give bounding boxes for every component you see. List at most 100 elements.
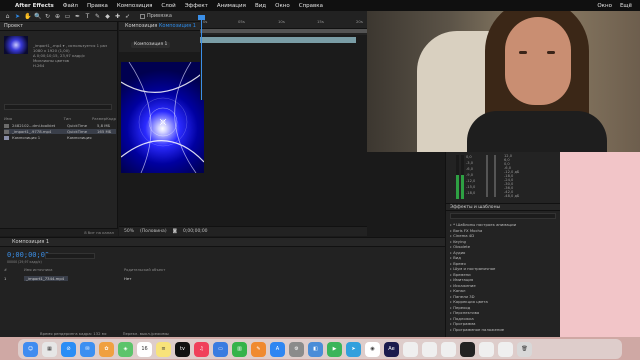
- project-item[interactable]: Композиция 1 Композиция: [4, 135, 116, 140]
- playhead-line[interactable]: [201, 18, 202, 100]
- preview-icon[interactable]: ◧: [308, 341, 323, 357]
- playhead-handle[interactable]: [198, 15, 205, 20]
- effect-category[interactable]: Подложка: [450, 316, 474, 321]
- mail-icon[interactable]: ✉: [80, 341, 95, 357]
- window-1-icon[interactable]: [403, 341, 418, 357]
- composition-timecode[interactable]: 0;00;00;00: [183, 229, 208, 234]
- camera-icon[interactable]: ◙: [173, 229, 177, 234]
- window-6-icon[interactable]: [498, 341, 513, 357]
- composition-breadcrumb[interactable]: Композиция 1: [131, 42, 171, 48]
- resolution-select[interactable]: (Половина): [140, 229, 167, 234]
- effect-category[interactable]: Времени: [450, 272, 471, 277]
- photos-icon[interactable]: ✿: [99, 341, 114, 357]
- project-item[interactable]: _import1_.9778.mp4 QuickTime 165 МБ: [4, 129, 116, 134]
- window-3-icon[interactable]: [441, 341, 456, 357]
- tv-icon[interactable]: tv: [175, 341, 190, 357]
- window-4-icon[interactable]: [460, 341, 475, 357]
- keynote-icon[interactable]: ▭: [213, 341, 228, 357]
- maps-icon[interactable]: ◈: [118, 341, 133, 357]
- col-size[interactable]: Размер: [92, 116, 106, 121]
- anchor-tool-icon[interactable]: ⊕: [54, 13, 61, 20]
- effect-category[interactable]: Искажение: [450, 283, 476, 288]
- menu-window[interactable]: Окно: [275, 3, 290, 9]
- layer-parent[interactable]: Нет: [124, 276, 131, 281]
- menu-effect[interactable]: Эффект: [185, 3, 208, 9]
- pages-icon[interactable]: ✎: [251, 341, 266, 357]
- effects-search-input[interactable]: [450, 213, 556, 219]
- finder-icon[interactable]: ☺: [23, 341, 38, 357]
- trash-icon[interactable]: 🗑: [517, 341, 532, 357]
- menu-view[interactable]: Вид: [255, 3, 266, 9]
- selection-tool-icon[interactable]: ➤: [14, 13, 21, 20]
- project-item[interactable]: 2482102...dmi.toolkiet QuickTime 5,8 МБ: [4, 123, 116, 128]
- col-type[interactable]: Тип: [64, 116, 92, 121]
- telegram-icon[interactable]: ➤: [346, 341, 361, 357]
- effect-category[interactable]: Имитация: [450, 277, 473, 282]
- menubar-right-more[interactable]: Ещё: [620, 3, 632, 9]
- menu-help[interactable]: Справка: [299, 3, 323, 9]
- effect-category[interactable]: Шум и постраничное: [450, 266, 495, 271]
- appstore-icon[interactable]: A: [270, 341, 285, 357]
- pen-tool-icon[interactable]: ✒: [74, 13, 81, 20]
- rotate-tool-icon[interactable]: ↻: [44, 13, 51, 20]
- effect-category[interactable]: Obsolete: [450, 244, 470, 249]
- snapping-toggle[interactable]: Привязка: [140, 13, 172, 19]
- effect-category[interactable]: * Шаблоны настроек анимации: [450, 222, 516, 227]
- app-menu[interactable]: After Effects: [15, 3, 54, 9]
- stamp-tool-icon[interactable]: ◆: [104, 13, 111, 20]
- safari-icon[interactable]: ⊘: [61, 341, 76, 357]
- effect-category[interactable]: Канал: [450, 288, 465, 293]
- project-tab[interactable]: Проект: [0, 22, 117, 31]
- toggle-switches-label[interactable]: Перекл. выкл./режимы: [123, 331, 169, 336]
- type-tool-icon[interactable]: T: [84, 13, 91, 20]
- effect-category[interactable]: Перспектива: [450, 310, 479, 315]
- layer-clip-bar[interactable]: [200, 37, 356, 43]
- timeline-tab[interactable]: Композиция 1: [0, 238, 445, 247]
- brush-tool-icon[interactable]: ✎: [94, 13, 101, 20]
- zoom-select[interactable]: 50%: [124, 229, 134, 234]
- effect-category[interactable]: Панели 3D: [450, 294, 474, 299]
- menubar-right-window[interactable]: Окно: [597, 3, 612, 9]
- col-name[interactable]: Имя: [4, 116, 64, 121]
- rectangle-tool-icon[interactable]: ▭: [64, 13, 71, 20]
- hand-tool-icon[interactable]: ✋: [24, 13, 31, 20]
- menu-edit[interactable]: Правка: [87, 3, 108, 9]
- puppet-tool-icon[interactable]: ✚: [114, 13, 121, 20]
- effect-category[interactable]: Keying: [450, 239, 466, 244]
- effect-category[interactable]: Cinema 4D: [450, 233, 474, 238]
- music-icon[interactable]: ♫: [194, 341, 209, 357]
- facetime-icon[interactable]: ▶: [327, 341, 342, 357]
- timeline-layer-row[interactable]: 1 _import1_7344.mp4 Нет: [4, 275, 198, 281]
- bpc-label[interactable]: 8 бит на канал: [84, 230, 114, 235]
- settings-icon[interactable]: ⚙: [289, 341, 304, 357]
- timeline-timecode[interactable]: 0;00;00;00: [7, 251, 49, 259]
- project-search-input[interactable]: [4, 104, 112, 110]
- effect-category[interactable]: Программное наложение: [450, 327, 504, 332]
- chrome-icon[interactable]: ◉: [365, 341, 380, 357]
- col-source-name[interactable]: Имя источника: [24, 268, 124, 272]
- menu-file[interactable]: Файл: [63, 3, 78, 9]
- snapping-checkbox[interactable]: [140, 13, 145, 19]
- col-frame[interactable]: Кадр: [106, 116, 116, 121]
- effect-category[interactable]: Вид: [450, 255, 461, 260]
- menu-animation[interactable]: Анимация: [217, 3, 246, 9]
- launchpad-icon[interactable]: ▦: [42, 341, 57, 357]
- after-effects-icon[interactable]: Ae: [384, 341, 399, 357]
- window-2-icon[interactable]: [422, 341, 437, 357]
- timeline-search-input[interactable]: [45, 253, 95, 259]
- home-icon[interactable]: ⌂: [4, 13, 11, 20]
- volume-slider-track[interactable]: [486, 155, 488, 197]
- menu-composition[interactable]: Композиция: [117, 3, 153, 9]
- effect-category[interactable]: Время: [450, 261, 466, 266]
- col-parent[interactable]: Родительский объект: [124, 268, 165, 272]
- notes-icon[interactable]: ≡: [156, 341, 171, 357]
- effect-category[interactable]: Boris FX Mocha: [450, 228, 482, 233]
- effect-category[interactable]: Коррекция цвета: [450, 299, 488, 304]
- effect-category[interactable]: Аудио: [450, 250, 465, 255]
- window-5-icon[interactable]: [479, 341, 494, 357]
- numbers-icon[interactable]: ▥: [232, 341, 247, 357]
- zoom-tool-icon[interactable]: 🔍: [34, 13, 41, 20]
- menu-layer[interactable]: Слой: [161, 3, 175, 9]
- composition-frame-preview[interactable]: [121, 62, 204, 173]
- effect-category[interactable]: Программа: [450, 321, 475, 326]
